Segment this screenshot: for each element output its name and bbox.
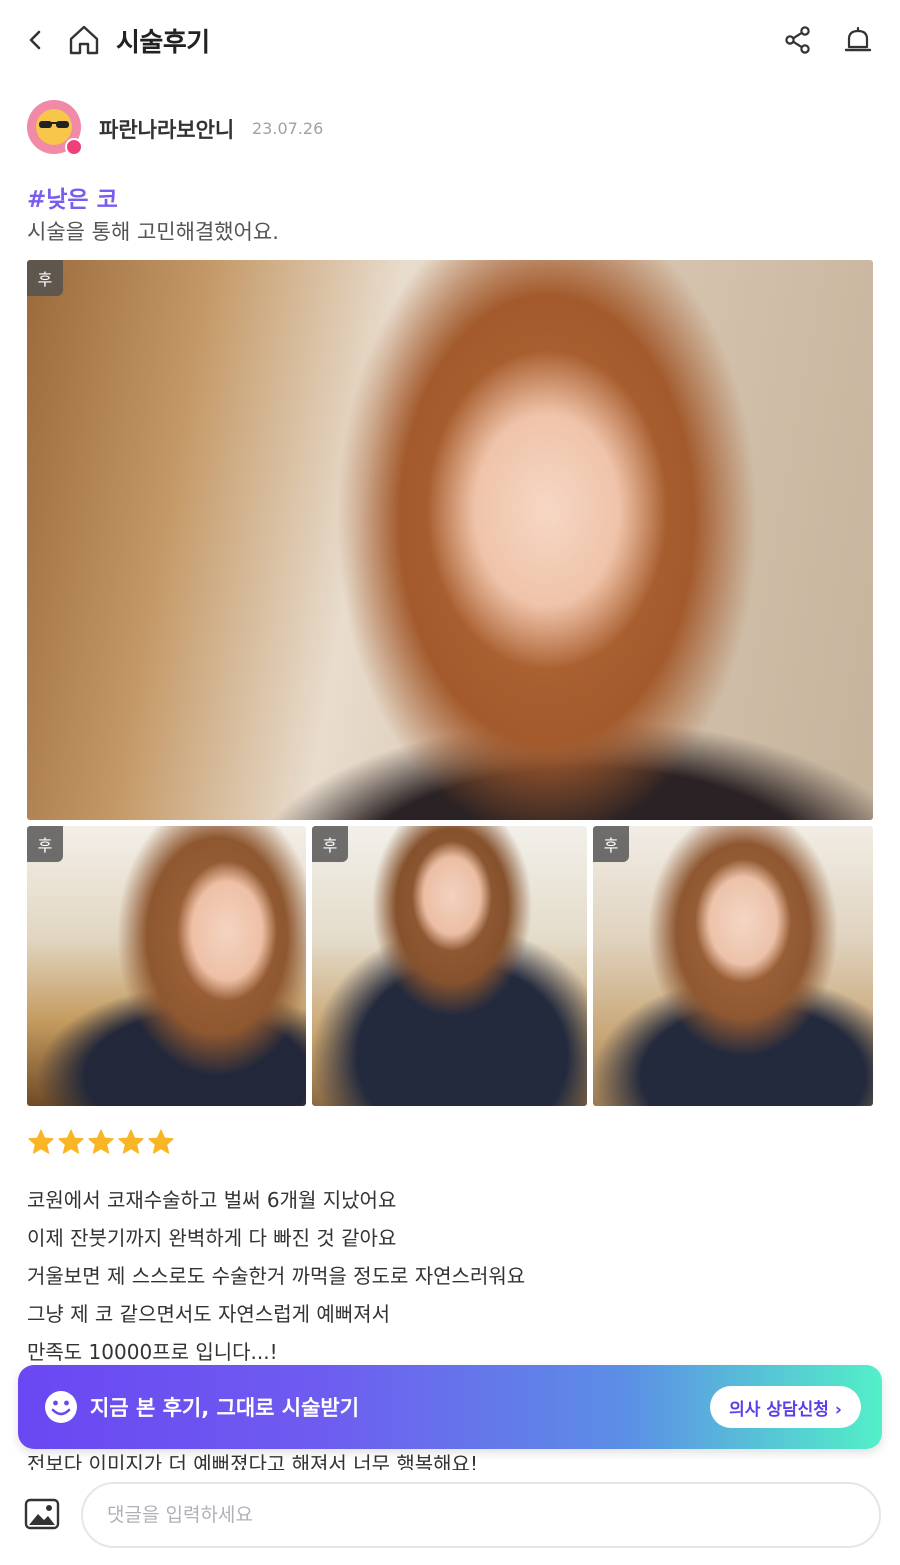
smile-icon — [45, 1391, 77, 1423]
review-line: 그냥 제 코 같으면서도 자연스럽게 예뻐져서 — [27, 1302, 390, 1326]
sunglasses-icon — [39, 121, 69, 128]
cta-text: 지금 본 후기, 그대로 시술받기 — [90, 1396, 360, 1420]
crown-badge-icon — [65, 138, 83, 156]
image-icon[interactable] — [24, 1496, 60, 1532]
page-title: 시술후기 — [116, 28, 210, 58]
review-line-partial: 전보다 이미지가 더 예뻐졌다고 해져서 너무 행복해요! — [27, 1452, 867, 1470]
star-icon — [88, 1129, 114, 1154]
review-photo-2[interactable]: 후 — [27, 826, 306, 1106]
comment-bar — [0, 1470, 900, 1565]
notification-button[interactable] — [836, 18, 880, 62]
author-avatar[interactable] — [27, 100, 83, 156]
star-icon — [58, 1129, 84, 1154]
after-tag: 후 — [312, 826, 348, 862]
consult-request-button[interactable]: 의사 상담신청 › — [710, 1386, 861, 1428]
star-icon — [148, 1129, 174, 1154]
home-icon — [69, 25, 99, 55]
app-header: 시술후기 — [0, 0, 900, 82]
review-photo-main[interactable]: 후 — [27, 260, 873, 820]
post-date: 23.07.26 — [252, 119, 324, 138]
share-button[interactable] — [776, 18, 820, 62]
hashtag[interactable]: #낮은 코 — [27, 180, 118, 214]
review-line: 거울보면 제 스스로도 수술한거 까먹을 정도로 자연스러워요 — [27, 1264, 526, 1288]
review-line: 코원에서 코재수술하고 벌써 6개월 지났어요 — [27, 1188, 397, 1212]
home-button[interactable] — [62, 18, 106, 62]
cta-banner[interactable]: 지금 본 후기, 그대로 시술받기 의사 상담신청 › — [18, 1365, 882, 1449]
bell-icon — [844, 26, 872, 52]
star-icon — [28, 1129, 54, 1154]
review-photo-4[interactable]: 후 — [593, 826, 873, 1106]
star-icon — [118, 1129, 144, 1154]
comment-input[interactable] — [81, 1482, 881, 1548]
back-button[interactable] — [14, 18, 58, 62]
chevron-left-icon — [29, 30, 41, 50]
author-name[interactable]: 파란나라보안니 — [99, 114, 234, 144]
after-tag: 후 — [27, 826, 63, 862]
review-line: 전보다 이미지가 더 예뻐졌다고 해져서 너무 행복해요! — [27, 1452, 478, 1470]
review-photo-3[interactable]: 후 — [312, 826, 587, 1106]
after-tag: 후 — [27, 260, 63, 296]
review-line: 이제 잔붓기까지 완벽하게 다 빠진 것 같아요 — [27, 1226, 397, 1250]
review-body: 코원에서 코재수술하고 벌써 6개월 지났어요 이제 잔붓기까지 완벽하게 다 … — [27, 1184, 867, 1374]
after-tag: 후 — [593, 826, 629, 862]
share-icon — [785, 26, 810, 54]
rating-stars — [27, 1128, 175, 1156]
post-summary: 시술을 통해 고민해결했어요. — [27, 220, 279, 244]
